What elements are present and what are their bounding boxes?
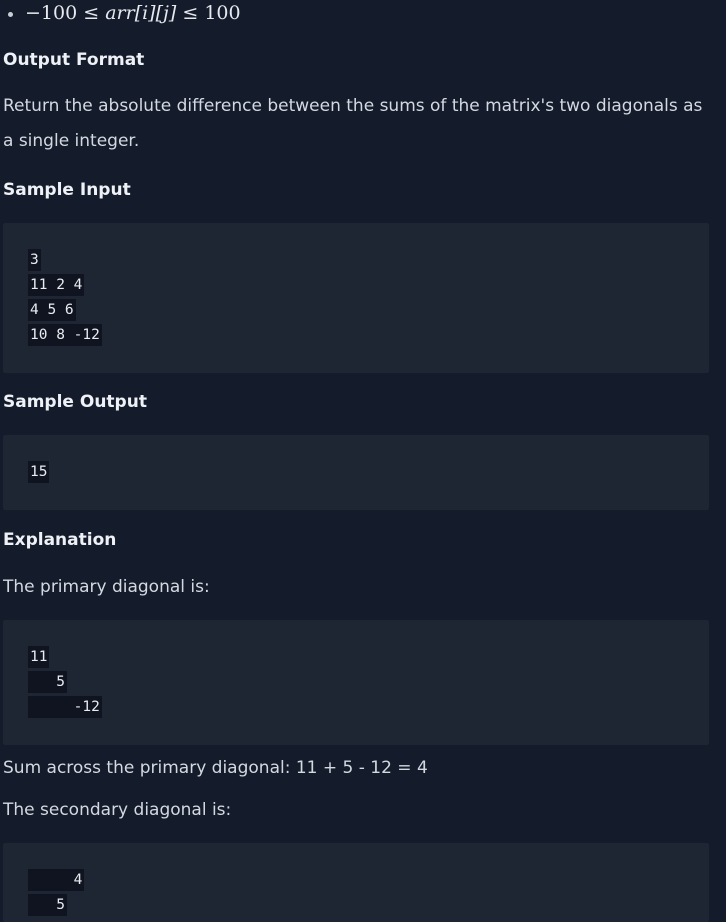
- constraint-lhs: −100: [25, 2, 78, 24]
- secondary-diagonal-code-block[interactable]: 4 5: [3, 843, 709, 922]
- sample-input-code-block[interactable]: 3 11 2 4 4 5 6 10 8 -12: [3, 223, 709, 373]
- output-format-text: Return the absolute difference between t…: [3, 96, 703, 151]
- code-line: 5: [28, 894, 67, 916]
- constraint-idx: [i][j]: [134, 2, 177, 24]
- code-line: 15: [28, 461, 50, 483]
- output-format-heading: Output Format: [3, 50, 145, 70]
- constraint-rhs: 100: [204, 2, 241, 24]
- explanation-heading: Explanation: [3, 530, 117, 550]
- code-line: 4 5 6: [28, 299, 76, 321]
- bullet-dot-icon: [8, 11, 13, 17]
- secondary-diagonal-intro: The secondary diagonal is:: [3, 800, 232, 820]
- code-line: 5: [28, 671, 67, 693]
- primary-diagonal-code-block[interactable]: 11 5 -12: [3, 620, 709, 745]
- constraint-rel2: ≤: [176, 2, 205, 24]
- sample-output-code-block[interactable]: 15: [3, 435, 709, 510]
- code-line: 11 2 4: [28, 274, 85, 296]
- constraint-rel1: ≤: [77, 2, 106, 24]
- sample-input-heading: Sample Input: [3, 180, 131, 200]
- code-line: 11: [28, 646, 50, 668]
- code-line: 3: [28, 249, 41, 271]
- constraint-var: arr: [105, 2, 135, 24]
- code-line: -12: [28, 696, 102, 718]
- code-line: 10 8 -12: [28, 324, 102, 346]
- sample-output-heading: Sample Output: [3, 392, 147, 412]
- constraint-bullet-item: −100 ≤ arr[i][j] ≤ 100: [8, 0, 241, 26]
- constraint-math: −100 ≤ arr[i][j] ≤ 100: [25, 2, 241, 24]
- primary-diagonal-intro: The primary diagonal is:: [3, 577, 210, 597]
- code-line: 4: [28, 869, 85, 891]
- primary-diagonal-sum: Sum across the primary diagonal: 11 + 5 …: [3, 758, 428, 778]
